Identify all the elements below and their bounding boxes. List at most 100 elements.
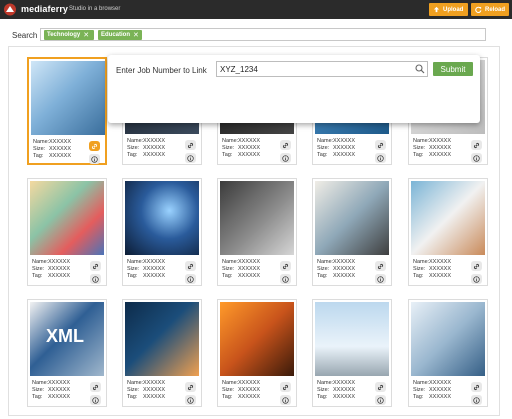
link-button[interactable] <box>90 261 101 271</box>
info-button[interactable] <box>185 153 196 163</box>
asset-name-row: Name:XXXXXX <box>222 259 260 266</box>
link-button[interactable] <box>280 261 291 271</box>
asset-size-label: Size: <box>413 387 426 393</box>
link-button[interactable] <box>375 261 386 271</box>
link-button[interactable] <box>185 140 196 150</box>
asset-tag-row: Tag: XXXXXX <box>127 152 165 159</box>
asset-name-value: XXXXXX <box>238 259 261 265</box>
xml-thumbnail-text: XML <box>46 326 84 346</box>
link-button[interactable] <box>185 382 196 392</box>
asset-meta: Name:XXXXXX Size: XXXXXX Tag: XXXXXX <box>413 259 451 280</box>
asset-size-value: XXXXXX <box>333 266 356 272</box>
job-number-input[interactable] <box>216 61 428 77</box>
info-button[interactable] <box>375 153 386 163</box>
info-button[interactable] <box>471 153 482 163</box>
filter-chip-technology[interactable]: Technology ✕ <box>44 30 94 40</box>
asset-size-label: Size: <box>413 266 426 272</box>
asset-size-row: Size: XXXXXX <box>413 387 451 394</box>
submit-button[interactable]: Submit <box>433 62 473 76</box>
asset-size-row: Size: XXXXXX <box>127 387 165 394</box>
asset-thumbnail[interactable] <box>125 181 199 255</box>
asset-card[interactable]: Name:XXXXXX Size: XXXXXX Tag: XXXXXX <box>408 178 488 286</box>
reload-label: Reload <box>484 6 505 13</box>
asset-tag-label: Tag: <box>222 273 233 279</box>
link-button[interactable] <box>280 140 291 150</box>
asset-size-value: XXXXXX <box>48 387 71 393</box>
top-bar: mediaferry Studio in a browser Upload Re… <box>0 0 512 19</box>
asset-tag-value: XXXXXX <box>333 394 356 400</box>
asset-card[interactable]: Name:XXXXXX Size: XXXXXX Tag: XXXXXX <box>217 299 297 407</box>
info-icon <box>92 396 99 404</box>
asset-thumbnail[interactable] <box>411 302 485 376</box>
asset-tag-label: Tag: <box>33 153 44 159</box>
info-button[interactable] <box>89 154 100 164</box>
info-button[interactable] <box>280 274 291 284</box>
asset-size-label: Size: <box>317 266 330 272</box>
asset-name-label: Name: <box>222 138 239 144</box>
asset-name-value: XXXXXX <box>238 138 261 144</box>
asset-name-row: Name:XXXXXX <box>32 380 70 387</box>
asset-thumbnail[interactable] <box>220 181 294 255</box>
info-button[interactable] <box>375 274 386 284</box>
link-icon <box>187 263 194 269</box>
link-button[interactable] <box>90 382 101 392</box>
info-button[interactable] <box>90 395 101 405</box>
link-button[interactable] <box>471 261 482 271</box>
link-button[interactable] <box>471 140 482 150</box>
asset-size-value: XXXXXX <box>143 387 166 393</box>
asset-thumbnail[interactable] <box>125 302 199 376</box>
info-button[interactable] <box>185 274 196 284</box>
chip-remove-icon[interactable]: ✕ <box>133 31 139 39</box>
asset-card[interactable]: XML Name:XXXXXX Size: XXXXXX Tag: XXXXXX <box>27 299 107 407</box>
link-button[interactable] <box>280 382 291 392</box>
filter-chip-education[interactable]: Education ✕ <box>98 30 142 40</box>
asset-name-value: XXXXXX <box>333 259 356 265</box>
asset-thumbnail[interactable] <box>315 302 389 376</box>
link-icon <box>92 384 99 390</box>
search-icon[interactable] <box>415 64 425 74</box>
upload-button[interactable]: Upload <box>429 3 468 16</box>
info-button[interactable] <box>375 395 386 405</box>
asset-size-value: XXXXXX <box>429 145 452 151</box>
asset-size-value: XXXXXX <box>143 145 166 151</box>
asset-thumbnail[interactable] <box>30 181 104 255</box>
link-button[interactable] <box>375 140 386 150</box>
asset-name-value: XXXXXX <box>429 259 452 265</box>
asset-tag-row: Tag: XXXXXX <box>127 394 165 401</box>
asset-card[interactable]: Name:XXXXXX Size: XXXXXX Tag: XXXXXX <box>312 299 392 407</box>
link-button[interactable] <box>89 141 100 151</box>
asset-thumbnail[interactable] <box>315 181 389 255</box>
info-button[interactable] <box>90 274 101 284</box>
asset-card[interactable]: Name:XXXXXX Size: XXXXXX Tag: XXXXXX <box>122 178 202 286</box>
asset-tag-value: XXXXXX <box>238 273 261 279</box>
info-button[interactable] <box>280 153 291 163</box>
asset-thumbnail[interactable] <box>411 181 485 255</box>
asset-size-value: XXXXXX <box>49 146 72 152</box>
asset-card[interactable]: Name:XXXXXX Size: XXXXXX Tag: XXXXXX <box>27 178 107 286</box>
asset-thumbnail[interactable] <box>220 302 294 376</box>
asset-size-value: XXXXXX <box>238 145 261 151</box>
asset-thumbnail[interactable] <box>31 61 105 135</box>
asset-card[interactable]: Name:XXXXXX Size: XXXXXX Tag: XXXXXX <box>122 299 202 407</box>
info-button[interactable] <box>185 395 196 405</box>
asset-card[interactable]: Name:XXXXXX Size: XXXXXX Tag: XXXXXX <box>408 299 488 407</box>
info-button[interactable] <box>471 274 482 284</box>
search-input[interactable]: Technology ✕ Education ✕ <box>40 28 486 41</box>
link-button[interactable] <box>375 382 386 392</box>
asset-card[interactable]: Name:XXXXXX Size: XXXXXX Tag: XXXXXX <box>217 178 297 286</box>
asset-meta: Name:XXXXXX Size: XXXXXX Tag: XXXXXX <box>32 259 70 280</box>
link-button[interactable] <box>471 382 482 392</box>
asset-card[interactable]: Name:XXXXXX Size: XXXXXX Tag: XXXXXX <box>27 57 107 165</box>
asset-tag-label: Tag: <box>32 394 43 400</box>
link-button[interactable] <box>185 261 196 271</box>
reload-button[interactable]: Reload <box>471 3 509 16</box>
asset-name-row: Name:XXXXXX <box>413 138 451 145</box>
asset-tag-label: Tag: <box>32 273 43 279</box>
asset-card[interactable]: Name:XXXXXX Size: XXXXXX Tag: XXXXXX <box>312 178 392 286</box>
info-button[interactable] <box>280 395 291 405</box>
asset-size-row: Size: XXXXXX <box>127 266 165 273</box>
chip-remove-icon[interactable]: ✕ <box>83 31 89 39</box>
asset-meta: Name:XXXXXX Size: XXXXXX Tag: XXXXXX <box>222 380 260 401</box>
asset-thumbnail[interactable]: XML <box>30 302 104 376</box>
info-button[interactable] <box>471 395 482 405</box>
